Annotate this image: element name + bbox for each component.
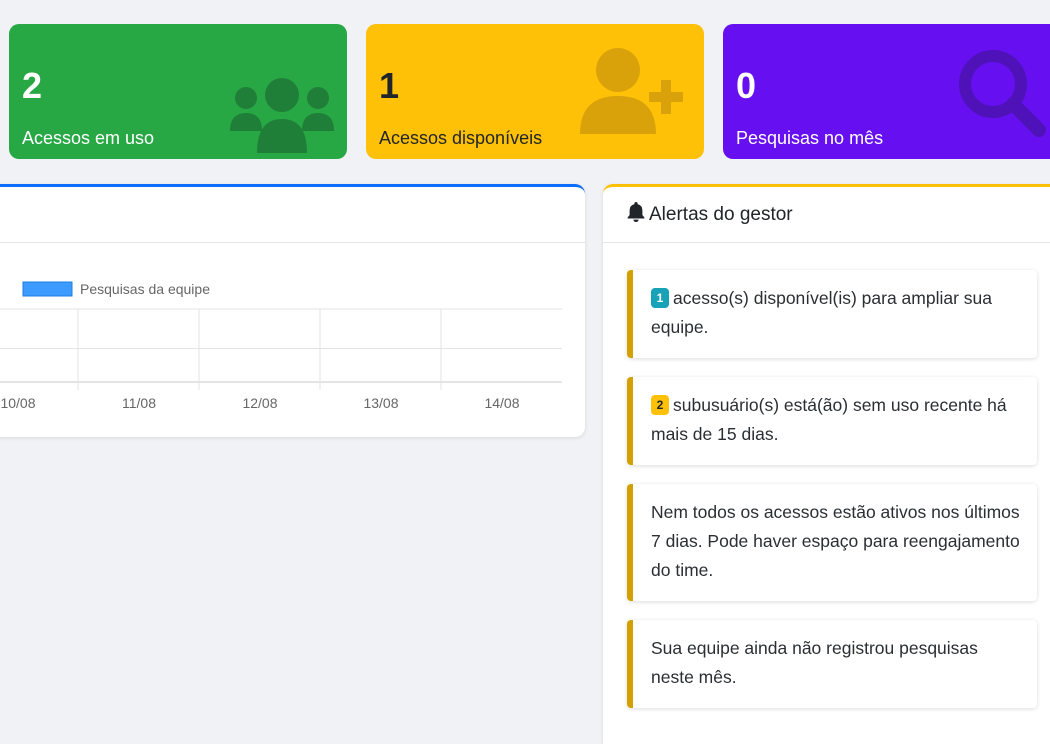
- x-tick-label: 13/08: [363, 395, 398, 411]
- team-searches-chart: Pesquisas da equipe 10/08 11/08 12/08 13/08 1…: [0, 281, 562, 411]
- stat-label: Pesquisas no mês: [736, 128, 884, 148]
- manager-alerts-panel: Alertas do gestor 1 acesso(s) disponível(…: [603, 184, 1050, 744]
- alert-text: Sua equipe ainda não registrou pesquisas…: [651, 638, 978, 687]
- alert-item: 2 subusuário(s) está(ão) sem uso recente …: [627, 377, 1037, 465]
- bell-icon: [627, 201, 649, 229]
- count-badge: 2: [651, 395, 669, 415]
- stat-card-accesses-available: 1 Acessos disponíveis: [366, 24, 704, 159]
- search-icon: [955, 46, 1050, 151]
- alert-item: 1 acesso(s) disponível(is) para ampliar s…: [627, 270, 1037, 358]
- team-searches-chart-panel: Pesquisas da equipe 10/08 11/08 12/08 13/08 1…: [0, 184, 585, 437]
- x-tick-label: 11/08: [122, 395, 156, 411]
- alert-text: subusuário(s) está(ão) sem uso recente h…: [651, 395, 1007, 444]
- alerts-panel-title: Alertas do gestor: [649, 203, 793, 225]
- stat-card-searches-month: 0 Pesquisas no mês: [723, 24, 1050, 159]
- stat-card-accesses-in-use: 2 Acessos em uso: [9, 24, 347, 159]
- alert-item: Nem todos os acessos estão ativos nos úl…: [627, 484, 1037, 601]
- alert-text: Nem todos os acessos estão ativos nos úl…: [651, 502, 1020, 580]
- alert-text: acesso(s) disponível(is) para ampliar su…: [651, 288, 993, 337]
- x-tick-label: 14/08: [484, 395, 519, 411]
- stat-value: 2: [22, 65, 43, 106]
- legend-label: Pesquisas da equipe: [80, 281, 210, 297]
- x-tick-label: 12/08: [242, 395, 277, 411]
- user-plus-icon: [576, 46, 691, 146]
- stat-label: Acessos em uso: [22, 128, 155, 148]
- count-badge: 1: [651, 288, 669, 308]
- users-icon: [222, 68, 342, 159]
- stat-value: 1: [379, 65, 400, 106]
- legend-swatch: [22, 281, 73, 297]
- stat-label: Acessos disponíveis: [379, 128, 543, 148]
- alert-item: Sua equipe ainda não registrou pesquisas…: [627, 620, 1037, 708]
- x-tick-label: 10/08: [0, 395, 35, 411]
- stat-value: 0: [736, 65, 757, 106]
- alerts-panel-header: Alertas do gestor: [603, 187, 1050, 243]
